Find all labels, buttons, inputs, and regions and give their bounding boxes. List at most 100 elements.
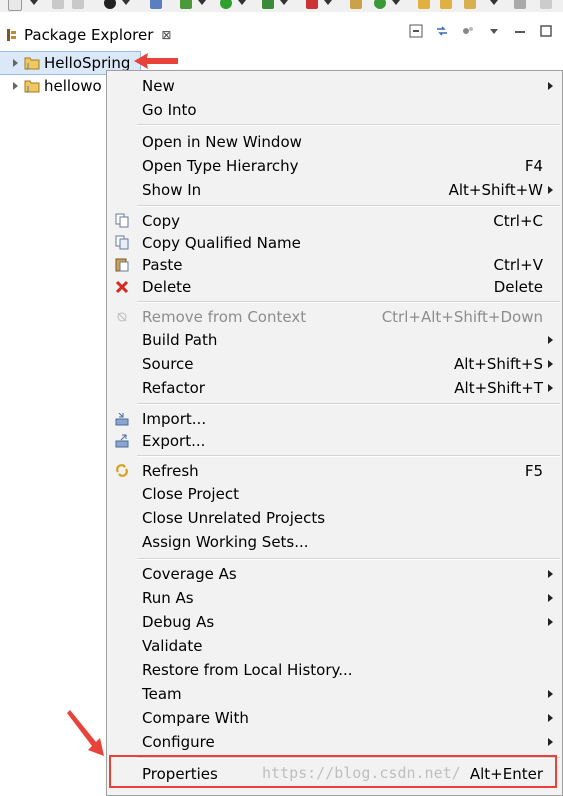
link-with-editor-icon[interactable] — [435, 24, 449, 38]
new-class-icon[interactable] — [374, 0, 386, 9]
menu-item-compare-with[interactable]: Compare With — [107, 706, 562, 730]
submenu-arrow-icon — [548, 384, 553, 392]
expand-icon[interactable] — [13, 59, 18, 67]
tree-item-label: hellowo — [44, 77, 102, 95]
menu-item-remove-from-context[interactable]: Remove from Context Ctrl+Alt+Shift+Down — [107, 305, 562, 329]
debug-dropdown-icon[interactable] — [198, 0, 206, 5]
external-tools-icon[interactable] — [306, 0, 318, 9]
close-view-icon[interactable]: ⊠ — [161, 28, 171, 42]
view-menu-icon[interactable] — [487, 24, 501, 38]
menu-item-shortcut: Alt+Shift+W — [448, 181, 543, 199]
menu-item-label: Close Project — [142, 485, 239, 503]
menu-item-label: Close Unrelated Projects — [142, 509, 326, 527]
paste-icon — [115, 258, 129, 272]
submenu-arrow-icon — [548, 618, 553, 626]
task-dropdown-icon[interactable] — [122, 0, 130, 5]
minimize-icon[interactable] — [513, 24, 527, 38]
menu-item-restore-from-local-history[interactable]: Restore from Local History... — [107, 658, 562, 682]
java-project-icon: J — [24, 80, 40, 93]
menu-item-configure[interactable]: Configure — [107, 730, 562, 754]
main-toolbar — [0, 0, 563, 12]
menu-separator — [137, 403, 560, 405]
annotation-arrow-top — [134, 53, 178, 69]
menu-item-label: Go Into — [142, 101, 197, 119]
annotation-highlight-box — [109, 755, 557, 788]
package-explorer-icon — [7, 29, 16, 41]
menu-item-build-path[interactable]: Build Path — [107, 328, 562, 352]
submenu-arrow-icon — [548, 336, 553, 344]
menu-item-label: Show In — [142, 181, 202, 199]
menu-item-validate[interactable]: Validate — [107, 634, 562, 658]
search-icon[interactable] — [150, 0, 162, 9]
copy-qualified-icon — [115, 235, 129, 250]
new-package-icon[interactable] — [350, 0, 362, 9]
menu-item-assign-working-sets[interactable]: Assign Working Sets... — [107, 530, 562, 554]
debug-icon[interactable] — [180, 0, 192, 9]
external-tools-dropdown-icon[interactable] — [324, 0, 332, 5]
remove-context-icon — [117, 312, 127, 322]
menu-item-import[interactable]: Import... — [107, 407, 562, 431]
submenu-arrow-icon — [548, 594, 553, 602]
new-dropdown-icon[interactable] — [30, 0, 38, 5]
menu-item-show-in[interactable]: Show In Alt+Shift+W — [107, 178, 562, 202]
annotation-dropdown-icon[interactable] — [490, 0, 498, 5]
menu-item-label: Export... — [142, 432, 206, 450]
menu-item-label: Import... — [142, 410, 207, 428]
menu-item-coverage-as[interactable]: Coverage As — [107, 562, 562, 586]
menu-item-export[interactable]: Export... — [107, 429, 562, 453]
menu-item-copy-qualified-name[interactable]: Copy Qualified Name — [107, 231, 562, 255]
save-icon[interactable] — [52, 0, 64, 9]
collapse-all-icon[interactable] — [409, 24, 423, 38]
menu-item-shortcut: Ctrl+C — [493, 212, 543, 230]
menu-item-source[interactable]: Source Alt+Shift+S — [107, 352, 562, 376]
annotation-icon[interactable] — [464, 0, 476, 9]
menu-item-open-type-hierarchy[interactable]: Open Type Hierarchy F4 — [107, 154, 562, 178]
maximize-icon[interactable] — [539, 24, 553, 38]
menu-item-close-project[interactable]: Close Project — [107, 482, 562, 506]
menu-item-shortcut: Delete — [493, 278, 543, 296]
import-icon — [115, 412, 129, 426]
menu-item-refresh[interactable]: Refresh F5 — [107, 459, 562, 483]
menu-item-open-in-new-window[interactable]: Open in New Window — [107, 130, 562, 154]
menu-item-debug-as[interactable]: Debug As — [107, 610, 562, 634]
new-file-icon[interactable] — [8, 0, 22, 11]
save-all-icon[interactable] — [72, 0, 84, 9]
focus-active-task-icon[interactable] — [461, 24, 475, 38]
coverage-dropdown-icon[interactable] — [280, 0, 288, 5]
menu-item-paste[interactable]: Paste Ctrl+V — [107, 253, 562, 277]
menu-item-delete[interactable]: Delete Delete — [107, 275, 562, 299]
menu-item-label: Open Type Hierarchy — [142, 157, 299, 175]
menu-item-label: Restore from Local History... — [142, 661, 353, 679]
new-class-dropdown-icon[interactable] — [392, 0, 400, 5]
open-resource-icon[interactable] — [440, 0, 452, 9]
menu-item-label: Refresh — [142, 462, 199, 480]
delete-icon — [115, 280, 129, 294]
menu-item-shortcut: F4 — [524, 157, 543, 175]
run-icon[interactable] — [220, 0, 232, 9]
menu-item-close-unrelated-projects[interactable]: Close Unrelated Projects — [107, 506, 562, 530]
menu-item-run-as[interactable]: Run As — [107, 586, 562, 610]
package-explorer-tab[interactable]: Package Explorer ⊠ — [6, 22, 171, 48]
coverage-icon[interactable] — [262, 0, 274, 9]
menu-item-copy[interactable]: Copy Ctrl+C — [107, 209, 562, 233]
run-dropdown-icon[interactable] — [238, 0, 246, 5]
menu-item-refactor[interactable]: Refactor Alt+Shift+T — [107, 376, 562, 400]
menu-item-label: Remove from Context — [142, 308, 307, 326]
context-menu: New Go Into Open in New Window Open Type… — [106, 70, 563, 796]
menu-item-label: Configure — [142, 733, 215, 751]
menu-item-team[interactable]: Team — [107, 682, 562, 706]
menu-separator — [137, 558, 560, 560]
open-task-icon[interactable] — [104, 0, 116, 9]
prev-annotation-icon[interactable] — [540, 0, 552, 9]
menu-item-new[interactable]: New — [107, 74, 562, 98]
next-annotation-icon[interactable] — [514, 0, 526, 9]
submenu-arrow-icon — [548, 690, 553, 698]
view-title: Package Explorer — [24, 26, 154, 44]
open-type-icon[interactable] — [418, 0, 430, 9]
menu-separator — [137, 301, 560, 303]
menu-item-go-into[interactable]: Go Into — [107, 98, 562, 122]
menu-item-label: Copy — [142, 212, 181, 230]
menu-item-label: Build Path — [142, 331, 218, 349]
expand-icon[interactable] — [13, 82, 18, 90]
export-icon — [115, 434, 129, 448]
